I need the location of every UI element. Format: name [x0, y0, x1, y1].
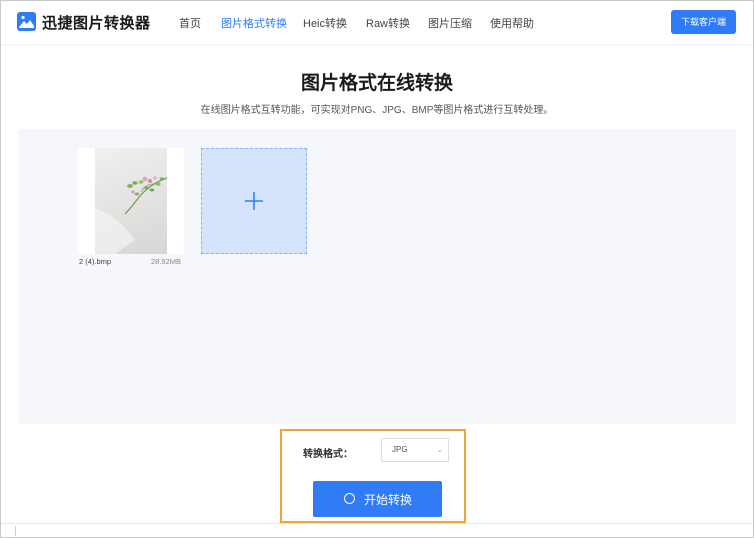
format-label: 转换格式：	[303, 449, 353, 460]
file-name: 2 (4).bmp	[79, 257, 112, 266]
footer-divider	[1, 523, 753, 524]
nav-item-compress[interactable]: 图片压缩	[428, 15, 472, 31]
app-window: 迅捷图片转换器 首页 图片格式转换 Heic转换 Raw转换 图片压缩 使用帮助…	[0, 0, 754, 538]
top-header: 迅捷图片转换器 首页 图片格式转换 Heic转换 Raw转换 图片压缩 使用帮助…	[1, 1, 753, 44]
nav-item-raw[interactable]: Raw转换	[366, 15, 410, 31]
image-icon	[17, 12, 36, 31]
download-client-button[interactable]: 下载客户端	[671, 10, 736, 34]
start-convert-label: 开始转换	[364, 493, 413, 507]
convert-controls: 转换格式： JPG ⌄ 开始转换	[280, 429, 466, 523]
nav-item-help[interactable]: 使用帮助	[490, 15, 534, 31]
page-title: 图片格式在线转换	[300, 73, 453, 94]
loading-icon	[344, 493, 355, 504]
chevron-down-icon: ⌄	[436, 445, 443, 454]
plus-icon	[245, 192, 263, 210]
file-thumbnail	[95, 148, 167, 254]
start-convert-button[interactable]: 开始转换	[313, 481, 442, 517]
format-select[interactable]: JPG ⌄	[381, 438, 449, 462]
upload-area[interactable]: 2 (4).bmp 28.92MB	[18, 129, 736, 424]
footer-tick	[15, 526, 16, 536]
nav-item-heic[interactable]: Heic转换	[303, 15, 347, 31]
nav-item-home[interactable]: 首页	[179, 15, 201, 31]
nav-item-format-convert[interactable]: 图片格式转换	[221, 15, 287, 31]
add-image-button[interactable]	[201, 148, 307, 254]
file-card[interactable]	[78, 148, 184, 254]
format-select-value: JPG	[392, 445, 408, 454]
app-name[interactable]: 迅捷图片转换器	[42, 12, 151, 33]
file-size: 28.92MB	[151, 257, 182, 266]
page-subtitle: 在线图片格式互转功能，可实现对PNG、JPG、BMP等图片格式进行互转处理。	[200, 105, 554, 116]
